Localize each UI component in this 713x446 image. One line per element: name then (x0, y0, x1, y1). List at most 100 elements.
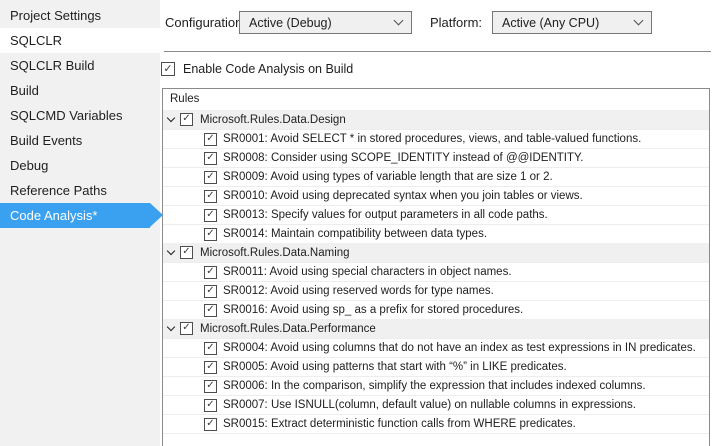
rule-row[interactable]: ✓ SR0007: Use ISNULL(column, default valu… (163, 395, 709, 414)
separator-line (164, 51, 711, 52)
configuration-dropdown[interactable]: Active (Debug) (239, 11, 412, 34)
rule-row[interactable]: ✓ SR0012: Avoid using reserved words for … (163, 281, 709, 300)
sidebar-item-debug[interactable]: Debug (0, 153, 160, 178)
checkbox-checked-icon[interactable]: ✓ (161, 62, 175, 76)
rule-group-row[interactable]: ✓ Microsoft.Rules.Data.Performance (163, 319, 709, 338)
checkbox-checked-icon[interactable]: ✓ (204, 399, 217, 412)
rule-group-row[interactable]: ✓ Microsoft.Rules.Data.Naming (163, 243, 709, 262)
rule-row[interactable]: ✓ SR0013: Specify values for output param… (163, 205, 709, 224)
checkmark-glyph: ✓ (206, 286, 214, 296)
checkbox-checked-icon[interactable]: ✓ (180, 322, 193, 335)
sidebar-item-label: SQLCMD Variables (10, 108, 122, 123)
checkbox-checked-icon[interactable]: ✓ (204, 285, 217, 298)
checkbox-checked-icon[interactable]: ✓ (204, 380, 217, 393)
checkmark-glyph: ✓ (206, 210, 214, 220)
rules-column-header: Rules (163, 89, 709, 110)
rule-label: SR0014: Maintain compatibility between d… (223, 228, 487, 240)
checkbox-checked-icon[interactable]: ✓ (204, 133, 217, 146)
sidebar-item-label: SQLCLR (10, 33, 62, 48)
chevron-expanded-icon[interactable] (167, 114, 175, 122)
rule-label: SR0013: Specify values for output parame… (223, 209, 548, 221)
chevron-expanded-icon[interactable] (167, 323, 175, 331)
sidebar-item-reference-paths[interactable]: Reference Paths (0, 178, 160, 203)
sidebar-item-build-events[interactable]: Build Events (0, 128, 160, 153)
rule-row[interactable]: ✓ SR0015: Extract deterministic function … (163, 414, 709, 433)
platform-label: Platform: (430, 11, 482, 35)
configuration-label: Configuration: (165, 11, 246, 35)
rules-panel: Rules ✓Microsoft.Rules.Data.Design✓SR000… (162, 88, 710, 446)
rule-row[interactable]: ✓ SR0009: Avoid using types of variable l… (163, 167, 709, 186)
checkmark-glyph: ✓ (206, 153, 214, 163)
project-properties-page: Project Settings SQLCLR SQLCLR Build Build S… (0, 0, 713, 446)
rule-label: SR0010: Avoid using deprecated syntax wh… (223, 190, 583, 202)
checkbox-checked-icon[interactable]: ✓ (204, 304, 217, 317)
checkmark-glyph: ✓ (206, 343, 214, 353)
rule-label: SR0015: Extract deterministic function c… (223, 418, 576, 430)
sidebar-item-label: Code Analysis* (10, 208, 97, 223)
sidebar-item-project-settings[interactable]: Project Settings (0, 3, 160, 28)
chevron-down-icon (634, 16, 644, 26)
checkmark-glyph: ✓ (206, 229, 214, 239)
checkbox-checked-icon[interactable]: ✓ (204, 209, 217, 222)
checkmark-glyph: ✓ (206, 362, 214, 372)
rule-group-label: Microsoft.Rules.Data.Naming (200, 247, 350, 259)
checkbox-checked-icon[interactable]: ✓ (204, 342, 217, 355)
checkbox-checked-icon[interactable]: ✓ (180, 113, 193, 126)
checkbox-checked-icon[interactable]: ✓ (204, 228, 217, 241)
platform-value: Active (Any CPU) (502, 16, 599, 30)
rules-tree: ✓Microsoft.Rules.Data.Design✓SR0001: Avo… (163, 110, 709, 434)
rule-label: SR0012: Avoid using reserved words for t… (223, 285, 494, 297)
sidebar-item-label: Reference Paths (10, 183, 107, 198)
rule-row[interactable]: ✓ SR0010: Avoid using deprecated syntax w… (163, 186, 709, 205)
rule-label: SR0007: Use ISNULL(column, default value… (223, 399, 636, 411)
rule-label: SR0001: Avoid SELECT * in stored procedu… (223, 133, 641, 145)
rule-row[interactable]: ✓ SR0011: Avoid using special characters … (163, 262, 709, 281)
platform-dropdown[interactable]: Active (Any CPU) (492, 11, 652, 34)
checkbox-checked-icon[interactable]: ✓ (204, 190, 217, 203)
enable-code-analysis-row[interactable]: ✓ Enable Code Analysis on Build (161, 62, 353, 76)
rule-label: SR0004: Avoid using columns that do not … (223, 342, 696, 354)
checkbox-checked-icon[interactable]: ✓ (204, 266, 217, 279)
checkmark-glyph: ✓ (206, 305, 214, 315)
checkbox-checked-icon[interactable]: ✓ (204, 418, 217, 431)
checkbox-checked-icon[interactable]: ✓ (180, 246, 193, 259)
sidebar-item-sqlclr[interactable]: SQLCLR (0, 28, 160, 53)
sidebar-item-label: Debug (10, 158, 48, 173)
sidebar-item-label: Project Settings (10, 8, 101, 23)
chevron-down-icon (394, 16, 404, 26)
rule-row[interactable]: ✓SR0016: Avoid using sp_ as a prefix for… (163, 300, 709, 319)
sidebar-item-code-analysis[interactable]: Code Analysis* (0, 203, 150, 228)
chevron-expanded-icon[interactable] (167, 247, 175, 255)
checkmark-glyph: ✓ (163, 63, 172, 74)
configuration-value: Active (Debug) (249, 16, 332, 30)
rule-label: SR0009: Avoid using types of variable le… (223, 171, 553, 183)
sidebar-item-label: Build Events (10, 133, 82, 148)
sidebar-item-label: Build (10, 83, 39, 98)
rule-row[interactable]: ✓ SR0004: Avoid using columns that do not… (163, 338, 709, 357)
checkmark-glyph: ✓ (182, 323, 190, 333)
rule-group-label: Microsoft.Rules.Data.Performance (200, 323, 376, 335)
rule-group-row[interactable]: ✓Microsoft.Rules.Data.Design (163, 110, 709, 129)
checkmark-glyph: ✓ (206, 267, 214, 277)
rule-row[interactable]: ✓ SR0014: Maintain compatibility between … (163, 224, 709, 243)
checkmark-glyph: ✓ (206, 172, 214, 182)
sidebar: Project Settings SQLCLR SQLCLR Build Build S… (0, 0, 160, 446)
checkmark-glyph: ✓ (206, 381, 214, 391)
checkmark-glyph: ✓ (206, 400, 214, 410)
sidebar-item-sqlclr-build[interactable]: SQLCLR Build (0, 53, 160, 78)
rule-label: SR0011: Avoid using special characters i… (223, 266, 512, 278)
checkbox-checked-icon[interactable]: ✓ (204, 152, 217, 165)
checkmark-glyph: ✓ (206, 419, 214, 429)
rule-row[interactable]: ✓ SR0008: Consider using SCOPE_IDENTITY i… (163, 148, 709, 167)
sidebar-item-build[interactable]: Build (0, 78, 160, 103)
rule-label: SR0005: Avoid using patterns that start … (223, 361, 567, 373)
checkmark-glyph: ✓ (182, 114, 190, 124)
checkbox-checked-icon[interactable]: ✓ (204, 171, 217, 184)
checkbox-checked-icon[interactable]: ✓ (204, 361, 217, 374)
rule-row[interactable]: ✓ SR0005: Avoid using patterns that start… (163, 357, 709, 376)
checkmark-glyph: ✓ (182, 247, 190, 257)
rule-row[interactable]: ✓SR0006: In the comparison, simplify the… (163, 376, 709, 395)
rule-label: SR0008: Consider using SCOPE_IDENTITY in… (223, 152, 583, 164)
rule-row[interactable]: ✓ SR0001: Avoid SELECT * in stored proced… (163, 129, 709, 148)
sidebar-item-sqlcmd-variables[interactable]: SQLCMD Variables (0, 103, 160, 128)
